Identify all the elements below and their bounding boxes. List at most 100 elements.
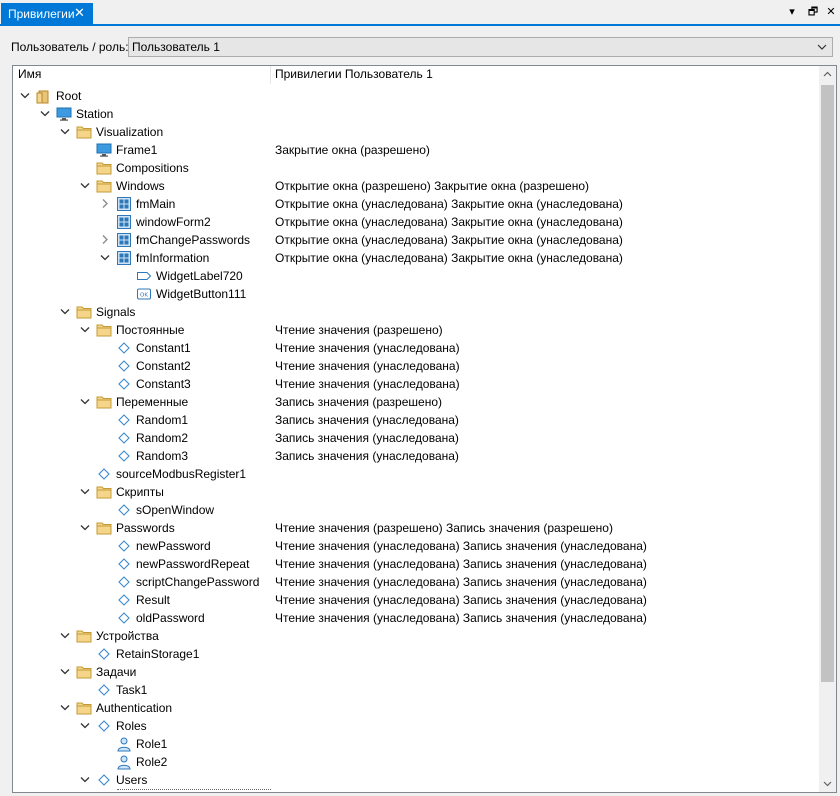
expanded-chevron-icon[interactable] [60, 306, 70, 317]
tree-node-privileges: Чтение значения (разрешено) [275, 323, 443, 337]
expanded-chevron-icon[interactable] [80, 720, 90, 731]
tree-node-privileges: Чтение значения (разрешено) Запись значе… [275, 521, 613, 535]
expanded-chevron-icon[interactable] [60, 126, 70, 137]
tree-row[interactable]: WidgetLabel720 [13, 267, 820, 285]
user-role-select[interactable]: Пользователь 1 [128, 37, 833, 57]
tree-node-label: Frame1 [116, 143, 158, 157]
tree-row[interactable]: Переменные Запись значения (разрешено) [13, 393, 820, 411]
scroll-down-icon[interactable] [819, 775, 836, 792]
expanded-chevron-icon[interactable] [80, 486, 90, 497]
tree-node-label: Root [56, 89, 82, 103]
tree-node-label: fmMain [136, 197, 176, 211]
tree-row[interactable]: sOpenWindow [13, 501, 820, 519]
tree-row[interactable]: Constant2 Чтение значения (унаследована) [13, 357, 820, 375]
column-header-privileges[interactable]: Привилегии Пользователь 1 [271, 66, 820, 84]
tree-row[interactable]: Random3 Запись значения (унаследована) [13, 447, 820, 465]
tree-row[interactable]: fmInformation Открытие окна (унаследована… [13, 249, 820, 267]
collapsed-chevron-icon[interactable] [100, 198, 110, 209]
tree-row[interactable]: Authentication [13, 699, 820, 717]
expanded-chevron-icon[interactable] [80, 324, 90, 335]
tree-row[interactable]: Random1 Запись значения (унаследована) [13, 411, 820, 429]
signal-icon [98, 720, 110, 732]
tree-row[interactable]: fmMain Открытие окна (унаследована) Закры… [13, 195, 820, 213]
tree-row[interactable]: Station [13, 105, 820, 123]
tree-node-label: newPasswordRepeat [136, 557, 250, 571]
tab-bar: Привилегии ✕ ▾ 🗗 ✕ [0, 0, 840, 26]
scrollbar-thumb[interactable] [821, 85, 834, 682]
tree-node-label: fmChangePasswords [136, 233, 251, 247]
tree-node-privileges: Открытие окна (унаследована) Закрытие ок… [275, 233, 623, 247]
tree-row[interactable]: Задачи [13, 663, 820, 681]
tree-node-label: Role1 [136, 737, 168, 751]
expanded-chevron-icon[interactable] [80, 774, 90, 785]
tree-row[interactable]: Signals [13, 303, 820, 321]
folder-icon [96, 162, 112, 175]
scroll-up-icon[interactable] [819, 66, 836, 83]
signal-icon [118, 558, 130, 570]
monitor-icon [56, 107, 72, 121]
tree-row[interactable]: windowForm2 Открытие окна (унаследована) … [13, 213, 820, 231]
expanded-chevron-icon[interactable] [100, 252, 110, 263]
tree-row[interactable]: Task1 [13, 681, 820, 699]
tab-privileges[interactable]: Привилегии ✕ [1, 3, 93, 24]
tree-node-label: Random3 [136, 449, 189, 463]
tree-row[interactable]: sourceModbusRegister1 [13, 465, 820, 483]
expanded-chevron-icon[interactable] [80, 522, 90, 533]
tree-row[interactable]: OK WidgetButton111 [13, 285, 820, 303]
tree-row[interactable]: Постоянные Чтение значения (разрешено) [13, 321, 820, 339]
tree-row[interactable]: Users [13, 771, 820, 789]
expanded-chevron-icon[interactable] [60, 666, 70, 677]
tree-row[interactable]: Устройства [13, 627, 820, 645]
collapsed-chevron-icon[interactable] [100, 234, 110, 245]
tree-node-label: newPassword [136, 539, 211, 553]
tree-row[interactable]: RetainStorage1 [13, 645, 820, 663]
restore-window-icon[interactable]: 🗗 [805, 4, 821, 20]
tree-node-label: Устройства [96, 629, 159, 643]
focus-indicator [117, 789, 271, 791]
column-header-name[interactable]: Имя [13, 66, 271, 84]
tree-row[interactable]: Roles [13, 717, 820, 735]
folder-icon [76, 126, 92, 139]
tree-row[interactable]: Role2 [13, 753, 820, 771]
tree-row[interactable]: newPasswordRepeat Чтение значения (унасле… [13, 555, 820, 573]
tree-row[interactable]: Root [13, 87, 820, 105]
tree-node-label: Переменные [116, 395, 189, 409]
tree-row[interactable]: Constant1 Чтение значения (унаследована) [13, 339, 820, 357]
tree-node-privileges: Чтение значения (унаследована) Запись зн… [275, 539, 647, 553]
folder-icon [76, 666, 92, 679]
privileges-tree[interactable]: Имя Привилегии Пользователь 1 Root Statio… [12, 65, 837, 793]
tab-close-icon[interactable]: ✕ [74, 6, 85, 20]
tree-row[interactable]: oldPassword Чтение значения (унаследована… [13, 609, 820, 627]
tree-row[interactable]: Constant3 Чтение значения (унаследована) [13, 375, 820, 393]
tree-row[interactable]: scriptChangePassword Чтение значения (уна… [13, 573, 820, 591]
tree-row[interactable]: Visualization [13, 123, 820, 141]
tree-row[interactable]: Random2 Запись значения (унаследована) [13, 429, 820, 447]
chevron-down-icon [817, 44, 827, 50]
tree-row[interactable]: Скрипты [13, 483, 820, 501]
window-menu-icon[interactable]: ▾ [784, 4, 800, 20]
expanded-chevron-icon[interactable] [80, 396, 90, 407]
tree-node-privileges: Чтение значения (унаследована) Запись зн… [275, 557, 647, 571]
tree-row[interactable]: Role1 [13, 735, 820, 753]
window-icon [117, 233, 131, 247]
expanded-chevron-icon[interactable] [80, 180, 90, 191]
tree-node-privileges: Запись значения (унаследована) [275, 449, 459, 463]
close-window-icon[interactable]: ✕ [823, 4, 839, 20]
tree-row[interactable]: Windows Открытие окна (разрешено) Закрыти… [13, 177, 820, 195]
tree-row[interactable]: fmChangePasswords Открытие окна (унаследо… [13, 231, 820, 249]
expanded-chevron-icon[interactable] [60, 702, 70, 713]
vertical-scrollbar[interactable] [819, 66, 836, 792]
expanded-chevron-icon[interactable] [60, 630, 70, 641]
tree-row[interactable]: Compositions [13, 159, 820, 177]
signal-icon [118, 540, 130, 552]
tree-row[interactable]: Passwords Чтение значения (разрешено) Зап… [13, 519, 820, 537]
user-role-label: Пользователь / роль: [11, 40, 129, 54]
tree-node-privileges: Чтение значения (унаследована) [275, 377, 460, 391]
tree-row[interactable]: newPassword Чтение значения (унаследована… [13, 537, 820, 555]
tree-row[interactable]: Frame1 Закрытие окна (разрешено) [13, 141, 820, 159]
expanded-chevron-icon[interactable] [40, 108, 50, 119]
signal-icon [118, 414, 130, 426]
tree-row[interactable]: Result Чтение значения (унаследована) Зап… [13, 591, 820, 609]
tree-node-label: Signals [96, 305, 136, 319]
expanded-chevron-icon[interactable] [20, 90, 30, 101]
